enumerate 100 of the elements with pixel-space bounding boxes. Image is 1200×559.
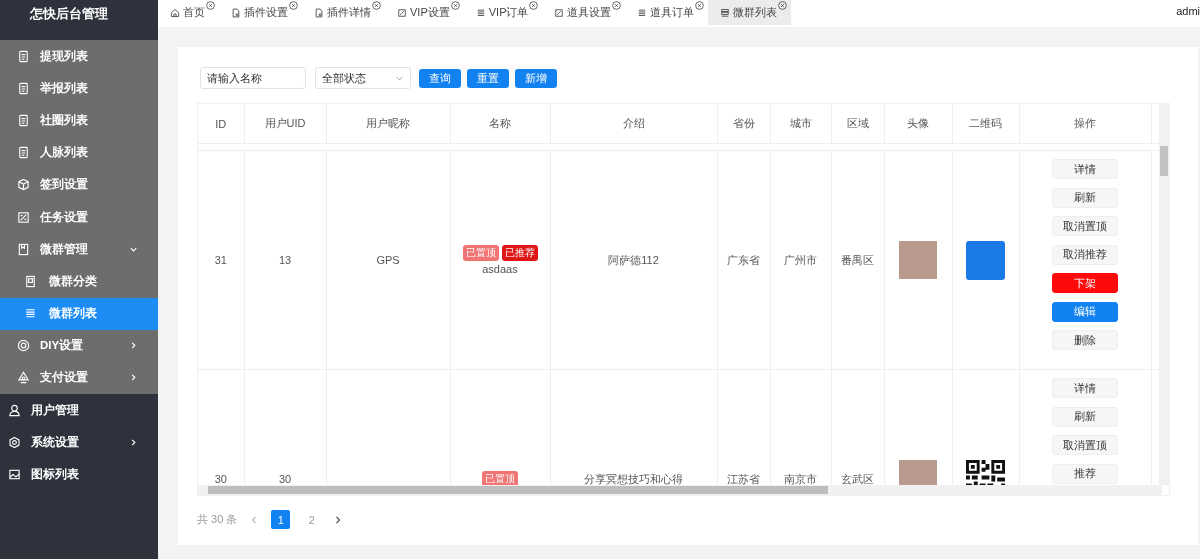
menu-item[interactable]: 用户管理 — [0, 394, 158, 427]
table-cell: 广州市 — [784, 253, 817, 266]
table-cell: 31 — [214, 254, 227, 266]
vertical-scrollbar[interactable] — [1159, 104, 1169, 485]
table-cell-text: asdaas — [481, 263, 519, 275]
column-header: 名称 — [450, 104, 550, 144]
close-icon[interactable] — [206, 1, 215, 10]
status-dropdown[interactable]: 全部状态 — [315, 67, 411, 89]
menu-icon — [17, 81, 30, 95]
menu-item[interactable]: 社圈列表 — [0, 104, 158, 137]
toolbar-button[interactable]: 新增 — [515, 68, 557, 88]
action-button[interactable]: 刷新 — [1052, 406, 1118, 427]
table-cell: GPS — [376, 254, 400, 266]
menu-item[interactable]: 图标列表 — [0, 458, 158, 491]
menu-item[interactable]: 系统设置 — [0, 426, 158, 459]
tab-icon — [397, 7, 407, 18]
tab-icon — [554, 7, 565, 18]
tab[interactable]: 道具订单 — [625, 0, 709, 25]
column-header: ID — [198, 104, 244, 144]
table-cell: 南京市 — [784, 472, 817, 485]
close-icon[interactable] — [695, 1, 705, 10]
close-icon[interactable] — [778, 1, 788, 10]
total-count: 共 30 条 — [197, 512, 238, 527]
tab-icon — [314, 7, 324, 18]
table-cell: 番禺区 — [841, 253, 874, 266]
column-header: 用户昵称 — [326, 104, 450, 144]
table-cell: 30 — [214, 473, 227, 485]
action-button[interactable]: 取消推荐 — [1052, 244, 1118, 265]
menu-icon — [17, 242, 30, 256]
action-button[interactable]: 详情 — [1052, 159, 1118, 179]
close-icon[interactable] — [372, 1, 381, 10]
table-cell: 阿萨德112 — [608, 253, 659, 266]
menu-item[interactable]: 支付设置 — [0, 361, 158, 395]
menu-item[interactable]: 微群分类 — [0, 265, 158, 298]
name-search-field[interactable]: 请输入名称 — [200, 67, 306, 89]
table-cell: 分享冥想技巧和心得 — [584, 472, 683, 485]
menu-icon — [8, 468, 21, 482]
table-cell: 30 — [278, 473, 292, 485]
status-tag: 已置顶 — [462, 245, 499, 261]
toolbar-button[interactable]: 查询 — [419, 68, 461, 88]
tab[interactable]: VIP订单 — [463, 0, 543, 25]
menu-item[interactable]: 举报列表 — [0, 72, 158, 105]
close-icon[interactable] — [450, 1, 460, 10]
horizontal-scrollbar[interactable] — [198, 485, 1161, 495]
action-button[interactable]: 刷新 — [1052, 187, 1118, 208]
tab-icon — [475, 7, 486, 18]
action-button[interactable]: 详情 — [1052, 378, 1118, 398]
column-header: 操作 — [1019, 104, 1151, 144]
action-button[interactable]: 删除 — [1052, 330, 1118, 350]
column-header: 头像 — [884, 104, 952, 144]
column-header: 用户UID — [244, 104, 326, 144]
column-header: 区域 — [831, 104, 884, 144]
action-button[interactable]: 编辑 — [1052, 301, 1118, 322]
app-title: 怎快后台管理 — [29, 5, 109, 23]
action-button[interactable]: 下架 — [1052, 273, 1118, 293]
close-icon[interactable] — [529, 1, 539, 10]
menu-icon — [17, 339, 30, 353]
menu-item[interactable]: 人脉列表 — [0, 136, 158, 169]
tab-icon — [231, 7, 241, 18]
tab[interactable]: 首页 — [158, 0, 219, 25]
tab-icon — [720, 7, 731, 18]
table-cell: 玄武区 — [841, 472, 874, 485]
action-button[interactable]: 取消置顶 — [1052, 435, 1118, 455]
menu-icon — [17, 146, 30, 160]
username[interactable]: admi — [1176, 0, 1200, 17]
menu-icon — [17, 371, 30, 385]
photo-placeholder — [899, 241, 937, 279]
menu-icon — [17, 113, 30, 127]
menu-icon — [8, 435, 21, 449]
table-cell: 江苏省 — [727, 472, 760, 485]
action-button[interactable]: 取消置顶 — [1052, 216, 1118, 236]
close-icon[interactable] — [289, 1, 298, 10]
menu-icon — [17, 49, 30, 63]
column-header: 介绍 — [550, 104, 717, 144]
menu-item[interactable]: 提现列表 — [0, 40, 158, 73]
tab[interactable]: 道具设置 — [542, 0, 626, 25]
tab[interactable]: 插件设置 — [219, 0, 302, 25]
tab[interactable]: 插件详情 — [302, 0, 385, 25]
close-icon[interactable] — [612, 1, 622, 10]
action-button[interactable]: 推荐 — [1052, 463, 1118, 484]
table-cell: 13 — [278, 254, 292, 266]
tab-icon — [170, 7, 180, 18]
menu-item[interactable]: 任务设置 — [0, 200, 158, 234]
status-tag: 已推荐 — [501, 245, 538, 261]
menu-icon — [24, 274, 37, 288]
column-header: 二维码 — [952, 104, 1019, 144]
tab[interactable]: VIP设置 — [385, 0, 464, 25]
column-header: 省份 — [717, 104, 770, 144]
menu-icon — [17, 210, 30, 224]
menu-item[interactable]: 微群管理 — [0, 233, 158, 266]
menu-icon — [8, 403, 21, 417]
menu-icon — [17, 178, 30, 192]
tab-icon — [637, 7, 648, 18]
tab[interactable]: 微群列表 — [708, 0, 792, 25]
page-button[interactable]: 1 — [271, 510, 291, 529]
column-header: 城市 — [770, 104, 831, 144]
menu-item[interactable]: 签到设置 — [0, 168, 158, 201]
table-cell: 广东省 — [727, 253, 760, 266]
toolbar-button[interactable]: 重置 — [467, 68, 509, 88]
menu-item[interactable]: DIY设置 — [0, 329, 158, 362]
